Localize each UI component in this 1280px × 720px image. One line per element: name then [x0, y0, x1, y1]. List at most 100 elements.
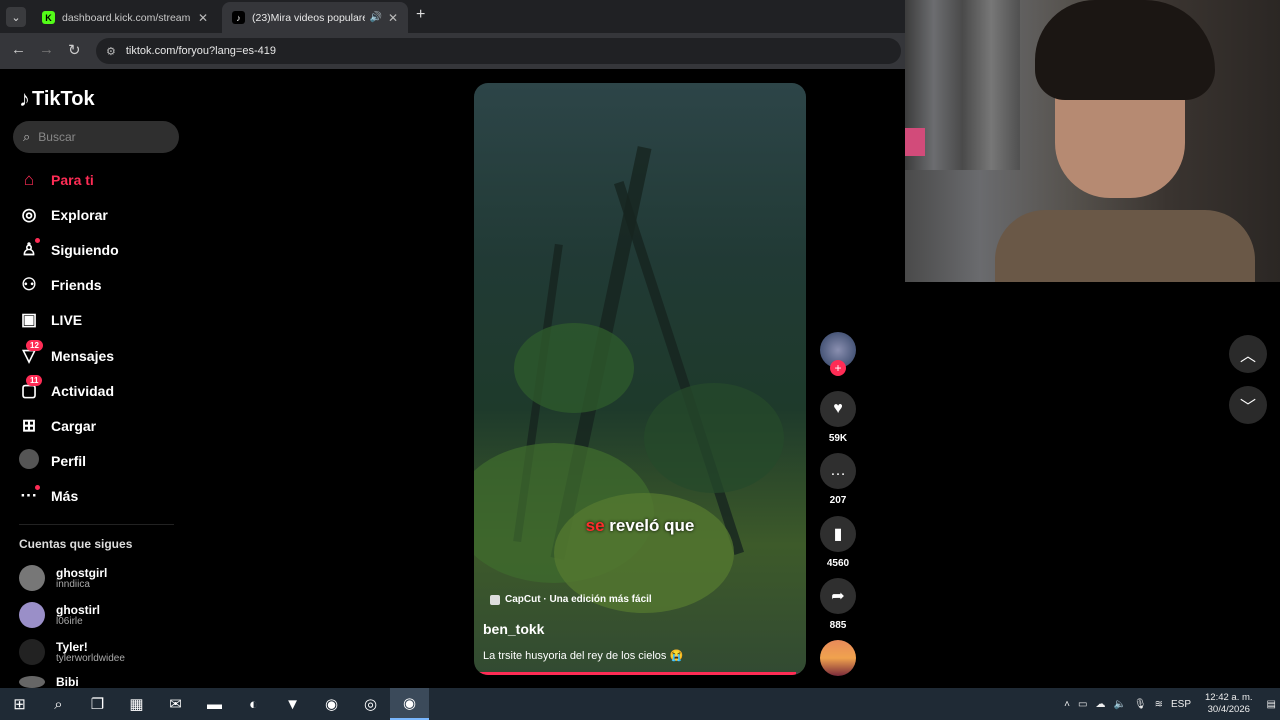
avatar: [19, 602, 45, 628]
avatar: [19, 639, 45, 665]
nav-actividad[interactable]: ▢ 11 Actividad: [17, 373, 119, 408]
share-button[interactable]: ➦ 885: [820, 578, 856, 631]
following-account[interactable]: ghostgirl inndiica: [19, 565, 107, 591]
volume-icon[interactable]: 🔈: [1113, 699, 1125, 710]
outlook-app[interactable]: ✉: [156, 688, 195, 720]
chevron-up-icon[interactable]: ˄: [1064, 699, 1070, 710]
obs-app[interactable]: ◎: [351, 688, 390, 720]
edge-app[interactable]: ◐: [234, 688, 273, 720]
next-video-button[interactable]: ﹀: [1229, 386, 1267, 424]
back-icon[interactable]: ←: [11, 41, 26, 58]
live-icon: ▣: [20, 310, 38, 330]
chrome-app[interactable]: ◉: [312, 688, 351, 720]
notification-icon[interactable]: ▤: [1267, 699, 1276, 710]
tab-title: dashboard.kick.com/stream: [62, 11, 191, 24]
close-icon[interactable]: ✕: [388, 11, 398, 25]
close-icon[interactable]: ✕: [198, 11, 208, 25]
following-account[interactable]: Tyler! tylerworldwidee: [19, 639, 125, 665]
clock[interactable]: 12:42 a. m. 30/4/2026: [1205, 692, 1253, 716]
brave-icon: ▼: [285, 695, 300, 713]
battery-icon[interactable]: ▭: [1078, 699, 1087, 710]
explorer-app[interactable]: ▬: [195, 688, 234, 720]
task-view-icon: ❐: [90, 696, 105, 713]
tab-tiktok[interactable]: ♪ (23)Mira videos populares 🔊 ✕: [222, 2, 408, 33]
messages-badge: 12: [26, 339, 43, 351]
nav-label: Más: [51, 488, 79, 505]
wifi-icon[interactable]: ≋: [1155, 699, 1163, 710]
mail-icon: ✉: [169, 696, 182, 713]
nav-label: Explorar: [51, 206, 108, 223]
comment-button[interactable]: … 207: [820, 453, 856, 506]
like-button[interactable]: ♥ 59K: [820, 391, 856, 444]
tiktok-icon: ♪: [232, 11, 245, 24]
avatar: [19, 565, 45, 591]
nav-mas[interactable]: ··· Más: [17, 479, 119, 514]
store-app[interactable]: ▦: [117, 688, 156, 720]
forward-icon[interactable]: →: [39, 41, 54, 58]
nav-para-ti[interactable]: ⌂ Para ti: [17, 162, 119, 197]
account-handle: l06irle: [56, 615, 83, 627]
video-progress-bar[interactable]: [478, 672, 802, 675]
tab-search-button[interactable]: ⌄: [6, 7, 26, 27]
speaker-icon[interactable]: 🔊: [369, 12, 381, 23]
nav-label: Actividad: [51, 382, 115, 399]
account-name: ghostgirl: [56, 565, 108, 580]
share-icon: ➦: [820, 578, 856, 614]
search-placeholder: Buscar: [38, 130, 76, 144]
address-bar: ← → ↻ ⚙ tiktok.com/foryou?lang=es-419: [0, 33, 905, 69]
nav-explorar[interactable]: ◎ Explorar: [17, 197, 119, 232]
previous-video-button[interactable]: ︿: [1229, 335, 1267, 373]
home-icon: ⌂: [23, 169, 35, 189]
search-button[interactable]: ⌕: [39, 688, 78, 720]
tab-kick[interactable]: K dashboard.kick.com/stream ✕: [32, 2, 218, 33]
music-disc[interactable]: [820, 640, 856, 676]
video-player[interactable]: se reveló que CapCut · Una edición más f…: [474, 83, 806, 675]
account-handle: tylerworldwidee: [56, 652, 125, 664]
clock-time: 12:42 a. m.: [1205, 692, 1253, 703]
chevron-down-icon: ﹀: [1239, 399, 1256, 416]
nav-label: Mensajes: [51, 347, 115, 364]
language-indicator[interactable]: ESP: [1171, 699, 1191, 710]
creator-avatar[interactable]: +: [820, 332, 856, 376]
account-name: Tyler!: [56, 639, 88, 654]
video-author[interactable]: ben_tokk: [483, 621, 544, 637]
foliage: [514, 323, 634, 413]
brave-app[interactable]: ▼: [273, 688, 312, 720]
start-button[interactable]: ⊞: [0, 688, 39, 720]
mic-icon[interactable]: 🎙: [1134, 699, 1147, 710]
nav-cargar[interactable]: ⊞ Cargar: [17, 408, 119, 443]
search-input[interactable]: ⌕ Buscar: [13, 121, 179, 153]
chrome-app-active[interactable]: ◉: [390, 688, 429, 720]
follow-plus-icon[interactable]: +: [830, 360, 846, 376]
save-count: 4560: [826, 558, 850, 569]
nav-label: Cargar: [51, 417, 97, 434]
site-settings-icon[interactable]: ⚙: [106, 45, 116, 58]
upload-icon: ⊞: [21, 415, 37, 435]
capcut-link[interactable]: CapCut · Una edición más fácil: [490, 594, 652, 605]
divider: [19, 524, 174, 525]
chrome-icon: ◉: [324, 696, 339, 713]
nav-label: Friends: [51, 277, 102, 294]
nav-mensajes[interactable]: ▽ 12 Mensajes: [17, 338, 119, 373]
task-view-button[interactable]: ❐: [78, 688, 117, 720]
save-button[interactable]: ▮ 4560: [820, 516, 856, 569]
new-tab-button[interactable]: +: [416, 6, 425, 24]
tiktok-logo[interactable]: ♪ TikTok: [19, 86, 95, 112]
nav-perfil[interactable]: Perfil: [17, 444, 119, 479]
nav-label: Perfil: [51, 453, 87, 470]
following-account[interactable]: Bibi: [19, 676, 79, 688]
nav-label: LIVE: [51, 312, 83, 329]
tiktok-note-icon: ♪: [19, 86, 30, 111]
nav-siguiendo[interactable]: ♙ Siguiendo: [17, 232, 119, 267]
cloud-icon[interactable]: ☁: [1095, 699, 1105, 710]
store-icon: ▦: [129, 696, 144, 713]
like-count: 59K: [828, 433, 848, 444]
search-icon: ⌕: [54, 695, 63, 713]
nav-live[interactable]: ▣ LIVE: [17, 303, 119, 338]
nav-friends[interactable]: ⚇ Friends: [17, 268, 119, 303]
url-field[interactable]: ⚙ tiktok.com/foryou?lang=es-419: [96, 38, 901, 64]
reload-icon[interactable]: ↻: [68, 41, 81, 59]
following-account[interactable]: ghostirl l06irle: [19, 602, 100, 628]
capcut-icon: [490, 594, 500, 605]
profile-avatar: [17, 448, 41, 474]
